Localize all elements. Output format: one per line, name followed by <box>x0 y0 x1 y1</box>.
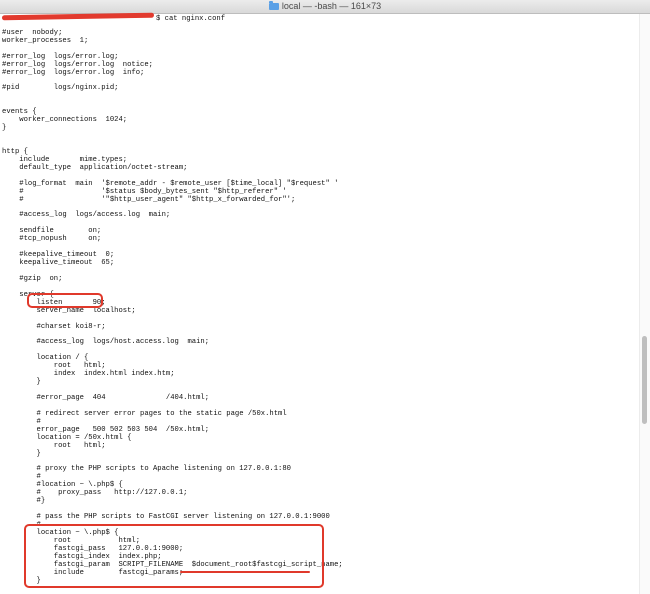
terminal-line: #user nobody; <box>2 28 63 37</box>
terminal-line: } <box>2 124 7 133</box>
folder-icon <box>268 1 279 10</box>
terminal-line: index index.html index.htm; <box>2 370 175 379</box>
terminal-line: # '"$http_user_agent" "$http_x_forwarded… <box>2 195 296 204</box>
terminal-line: #tcp_nopush on; <box>2 235 102 244</box>
prompt-line: $ cat nginx.conf <box>1 12 638 23</box>
prompt-command: $ cat nginx.conf <box>156 15 226 23</box>
window-title: local — -bash — 161×73 <box>0 0 650 13</box>
terminal-line: # pass the PHP scripts to FastCGI server… <box>2 513 330 522</box>
terminal-line: } <box>2 378 41 387</box>
terminal-line: keepalive_timeout 65; <box>2 259 115 268</box>
terminal-line: server_name localhost; <box>2 306 136 315</box>
terminal-line: # redirect server error pages to the sta… <box>2 409 287 418</box>
terminal-line: #pid logs/nginx.pid; <box>2 84 119 93</box>
terminal-line: #charset koi8-r; <box>2 322 106 331</box>
terminal-line: } <box>2 449 41 458</box>
terminal-line: # proxy_pass http://127.0.0.1; <box>2 489 188 498</box>
terminal-line: include fastcgi_params; <box>2 568 184 577</box>
terminal-line: default_type application/octet-stream; <box>2 163 188 172</box>
terminal-line: } <box>2 576 41 585</box>
scrollbar-thumb[interactable] <box>642 336 647 424</box>
terminal-line: worker_processes 1; <box>2 36 89 45</box>
terminal-window: local — -bash — 161×73 $ cat nginx.conf … <box>0 0 650 594</box>
terminal-line: worker_connections 1024; <box>2 116 128 125</box>
window-title-text: local — -bash — 161×73 <box>281 1 382 11</box>
terminal-line: root html; <box>2 441 106 450</box>
terminal-line: #gzip on; <box>2 274 63 283</box>
redacted-prompt-mark <box>1 12 155 21</box>
terminal-line: #} <box>2 497 46 506</box>
terminal-line: #access_log logs/host.access.log main; <box>2 338 210 347</box>
terminal-line: #error_log logs/error.log info; <box>2 68 145 77</box>
terminal-output[interactable]: $ cat nginx.conf #user nobody; worker_pro… <box>1 12 638 594</box>
vertical-scrollbar[interactable] <box>639 14 650 594</box>
terminal-line: #access_log logs/access.log main; <box>2 211 171 220</box>
terminal-line: # proxy the PHP scripts to Apache listen… <box>2 465 292 474</box>
terminal-line: #error_page 404 /404.html; <box>2 394 210 402</box>
title-bar[interactable]: local — -bash — 161×73 <box>0 0 650 14</box>
